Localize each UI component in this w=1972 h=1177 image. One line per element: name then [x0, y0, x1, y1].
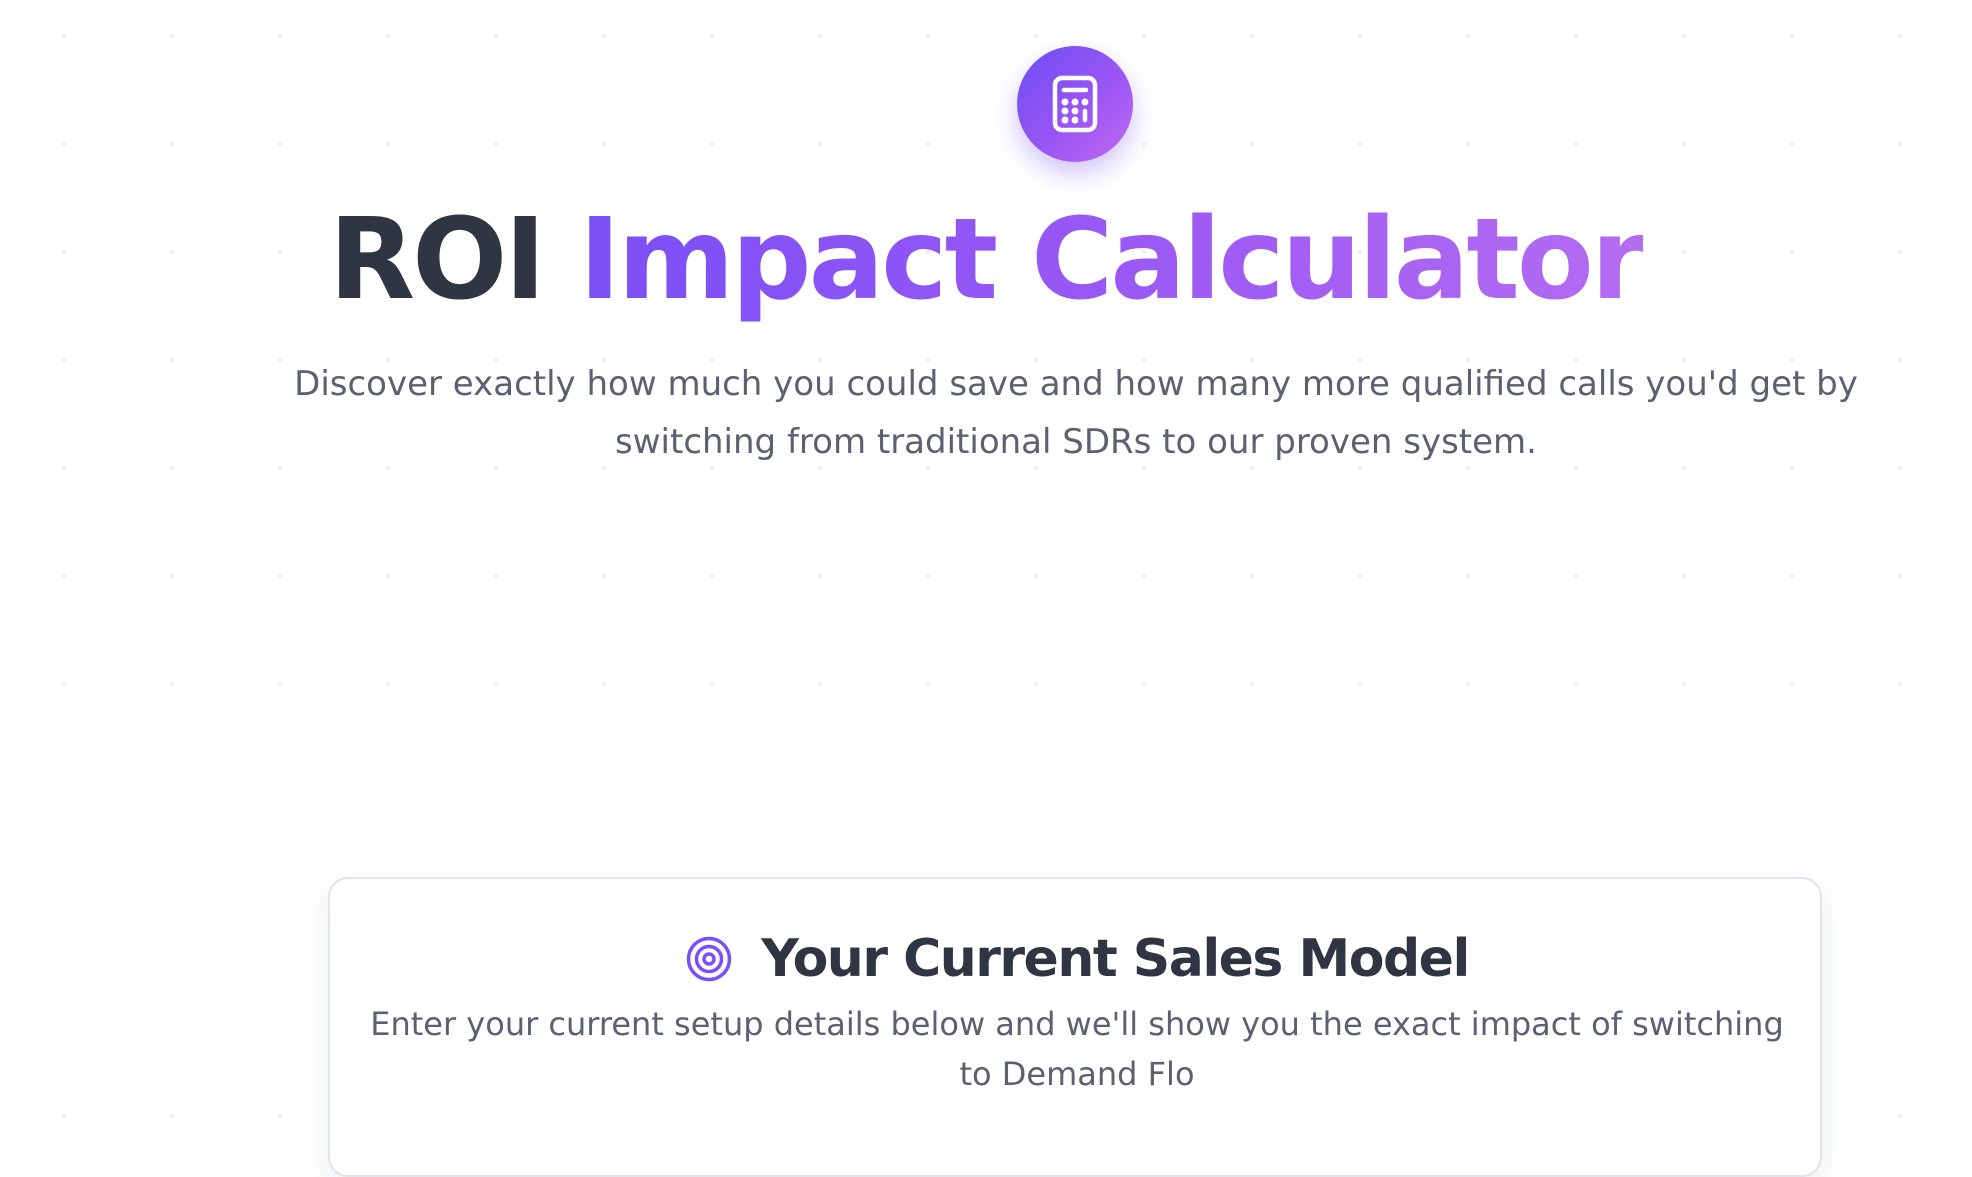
calculator-icon: [1017, 46, 1133, 162]
page-title-accent: Impact Calculator: [579, 195, 1646, 325]
current-sales-model-card: Your Current Sales Model Enter your curr…: [328, 877, 1822, 1177]
card-subtitle: Enter your current setup details below a…: [370, 1005, 1784, 1093]
page-title-prefix: ROI: [328, 195, 546, 325]
page-subtitle: Discover exactly how much you could save…: [294, 364, 1858, 462]
card-title: Your Current Sales Model: [761, 929, 1470, 989]
page-title: ROI Impact Calculator: [0, 192, 1972, 328]
card-header: Your Current Sales Model: [330, 925, 1824, 993]
target-icon: [685, 935, 733, 983]
